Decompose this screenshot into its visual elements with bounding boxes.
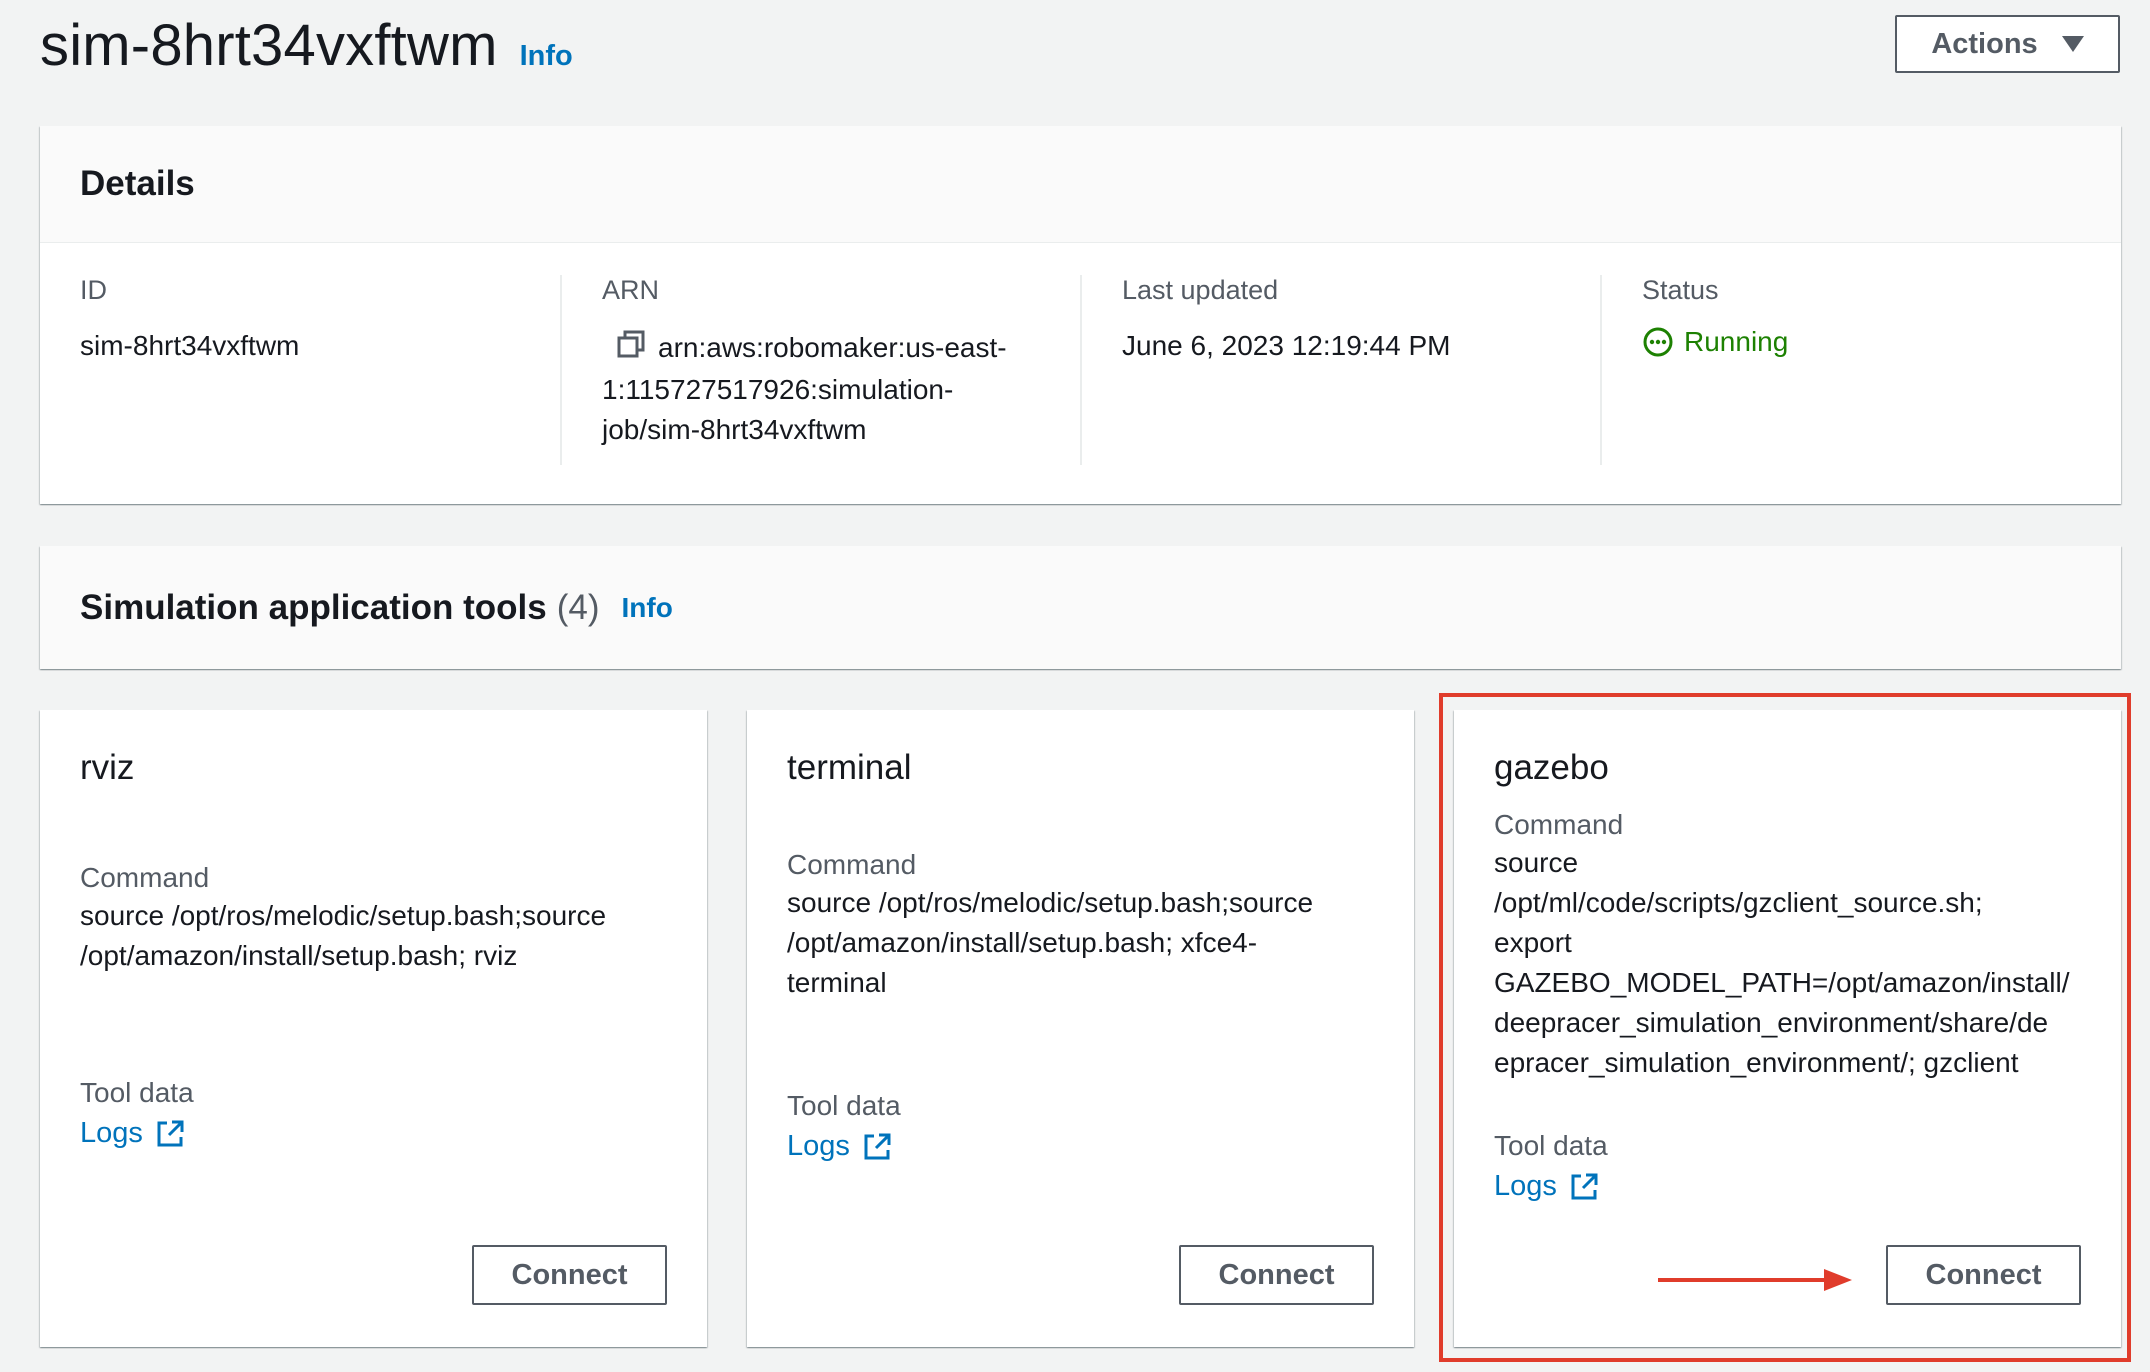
command-field: Command source /opt/ros/melodic/setup.ba… <box>787 849 1384 1003</box>
command-value: source /opt/ros/melodic/setup.bash;sourc… <box>787 883 1384 1003</box>
logs-link[interactable]: Logs <box>787 1130 901 1163</box>
arn-line-1: arn:aws:robomaker:us-east- <box>658 332 1007 363</box>
tool-card-terminal: terminal Command source /opt/ros/melodic… <box>747 710 1414 1347</box>
arn-label: ARN <box>602 275 660 305</box>
details-container: Details ID sim-8hrt34vxftwm ARN arn:aws:… <box>40 126 2121 504</box>
status-column: Status Running <box>1600 275 2080 465</box>
tool-name: rviz <box>80 748 135 787</box>
simulation-job-page: sim-8hrt34vxftwm Info Actions Details ID… <box>0 0 2150 1372</box>
info-link[interactable]: Info <box>520 40 573 73</box>
tool-data-label: Tool data <box>80 1077 194 1108</box>
tool-card-rviz: rviz Command source /opt/ros/melodic/set… <box>40 710 707 1347</box>
command-line: source /opt/ros/melodic/setup.bash;sourc… <box>787 887 1314 918</box>
tools-info-link[interactable]: Info <box>621 592 672 624</box>
id-column: ID sim-8hrt34vxftwm <box>80 275 560 465</box>
command-line: source /opt/ros/melodic/setup.bash;sourc… <box>80 900 607 931</box>
id-value: sim-8hrt34vxftwm <box>80 330 300 361</box>
command-label: Command <box>787 849 917 880</box>
details-title: Details <box>80 164 195 203</box>
details-body: ID sim-8hrt34vxftwm ARN arn:aws:robomake… <box>40 243 2121 503</box>
arrow-right-icon <box>1658 1269 1852 1291</box>
tool-data-field: Tool data Logs <box>787 1090 901 1163</box>
id-label: ID <box>80 275 107 305</box>
copy-icon[interactable] <box>616 329 646 370</box>
tools-count: (4) <box>556 587 600 627</box>
page-header: sim-8hrt34vxftwm Info <box>40 12 573 79</box>
tools-title: Simulation application tools (4) <box>80 588 599 628</box>
command-line: /opt/amazon/install/setup.bash; xfce4- <box>787 927 1258 958</box>
arn-line-2: 1:115727517926:simulation- <box>602 374 954 406</box>
tools-title-text: Simulation application tools <box>80 587 547 627</box>
details-header: Details <box>40 126 2121 243</box>
status-text: Running <box>1684 326 1789 357</box>
arn-column: ARN arn:aws:robomaker:us-east- 1:1157275… <box>560 275 1080 465</box>
external-link-icon <box>157 1120 184 1146</box>
command-value: source /opt/ros/melodic/setup.bash;sourc… <box>80 896 677 976</box>
in-progress-icon <box>1643 327 1673 357</box>
page-title: sim-8hrt34vxftwm <box>40 13 498 78</box>
command-line: /opt/amazon/install/setup.bash; rviz <box>80 940 518 971</box>
logs-link[interactable]: Logs <box>80 1117 194 1150</box>
status-badge: Running <box>1642 326 2080 358</box>
actions-label: Actions <box>1931 27 2038 60</box>
command-label: Command <box>80 862 210 893</box>
tool-data-label: Tool data <box>787 1090 901 1121</box>
logs-label: Logs <box>80 1117 143 1149</box>
highlight-box <box>1439 693 2131 1362</box>
external-link-icon <box>864 1133 891 1159</box>
caret-down-icon <box>2061 36 2084 52</box>
connect-button[interactable]: Connect <box>472 1245 667 1305</box>
command-field: Command source /opt/ros/melodic/setup.ba… <box>80 862 677 976</box>
tools-header: Simulation application tools (4) Info <box>40 546 2121 669</box>
last-updated-column: Last updated June 6, 2023 12:19:44 PM <box>1080 275 1600 465</box>
last-updated-value: June 6, 2023 12:19:44 PM <box>1122 330 1451 361</box>
arn-value: arn:aws:robomaker:us-east- 1:11572751792… <box>602 328 1080 450</box>
connect-button[interactable]: Connect <box>1179 1245 1374 1305</box>
tools-container: Simulation application tools (4) Info <box>40 546 2121 669</box>
logs-label: Logs <box>787 1130 850 1162</box>
arn-line-3: job/sim-8hrt34vxftwm <box>602 414 867 446</box>
command-line: terminal <box>787 967 887 998</box>
status-label: Status <box>1642 275 1719 305</box>
tool-data-field: Tool data Logs <box>80 1077 194 1150</box>
actions-button[interactable]: Actions <box>1895 15 2120 73</box>
tool-name: terminal <box>787 748 912 787</box>
last-updated-label: Last updated <box>1122 275 1279 305</box>
